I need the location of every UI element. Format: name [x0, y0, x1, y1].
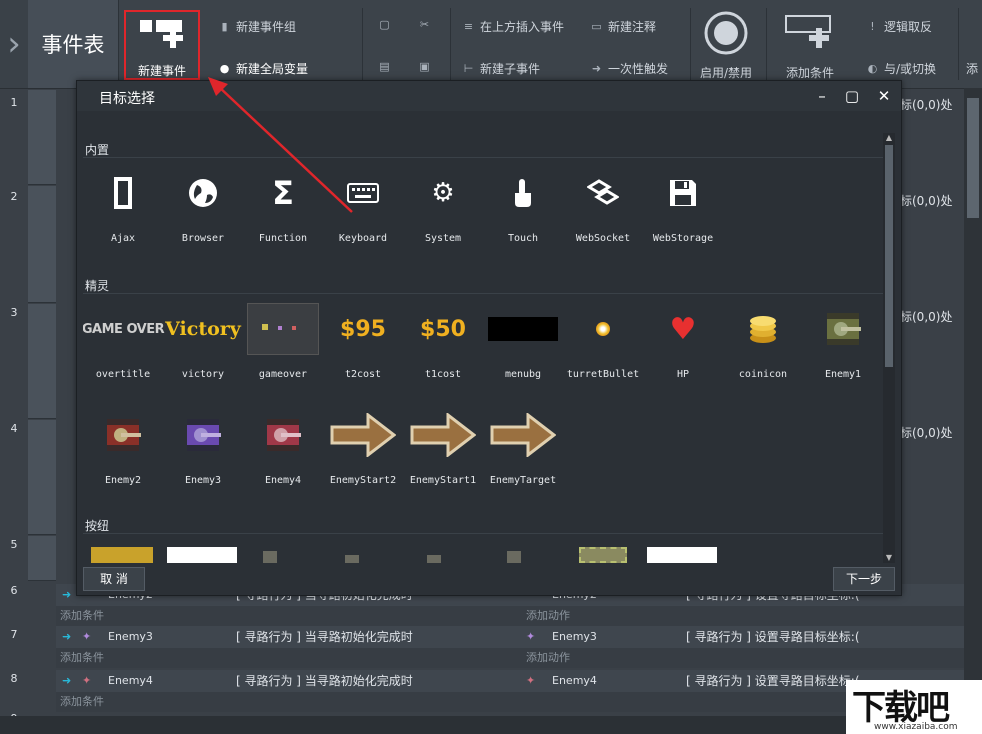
annotation-arrow — [208, 77, 353, 213]
watermark-logo: 下载吧 www.xiazaiba.com — [846, 680, 982, 734]
